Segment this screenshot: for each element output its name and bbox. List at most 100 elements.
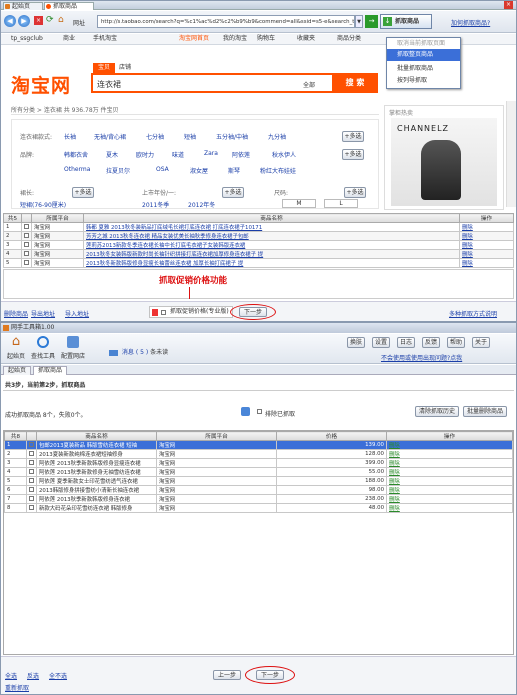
row-checkbox[interactable] — [21, 249, 32, 259]
table-row[interactable]: 1 淘宝网 韩都 夏雅 2013秋冬装新品打底绒毛长裙打底连衣裙 打底连衣裙子101… — [3, 222, 514, 232]
filter-option[interactable]: 五分袖/中袖 — [216, 132, 248, 141]
grab-products-button[interactable]: ↓ 抓取商品 — [380, 14, 432, 29]
filter-option[interactable]: 九分袖 — [268, 132, 286, 141]
row-delete-link[interactable]: 删除 — [459, 240, 514, 250]
row-delete-link[interactable]: 删除 — [386, 485, 513, 495]
brand-option[interactable]: 欧时力 — [136, 150, 154, 159]
menu-item-cancel[interactable]: 取消当前抓取页面 — [387, 38, 460, 49]
row-checkbox[interactable] — [26, 503, 37, 513]
row-delete-link[interactable]: 删除 — [386, 449, 513, 459]
row-product-name[interactable]: 2013秋冬新款韩版修身显瘦长袖蕾丝连衣裙 加厚长袖打底裙子 提 — [83, 258, 460, 268]
tool-tab-home[interactable]: 起始页 — [3, 366, 31, 375]
row-delete-link[interactable]: 删除 — [386, 494, 513, 504]
row-delete-link[interactable]: 删除 — [386, 503, 513, 513]
brand-option[interactable]: 粉红大布娃娃 — [260, 166, 296, 175]
help-button[interactable]: 帮助 — [447, 337, 465, 348]
table-row[interactable]: 4 淘宝网 2013秋冬女装韩版新款时尚长袖针织拼接打底连衣裙加厚修身连衣裙子 提删… — [3, 249, 514, 259]
table-row[interactable]: 4 阿依莲 2013秋季新款修身无袖雪纺连衣裙 淘宝网 55.00 删除 — [4, 467, 513, 477]
back-button[interactable]: ◀ — [4, 15, 16, 27]
table-row[interactable]: 2 2013夏装新款纯棉连衣裙短袖修身 淘宝网 128.00 删除 — [4, 449, 513, 459]
filter-option[interactable]: 短袖 — [184, 132, 196, 141]
filter-option[interactable]: 无袖/背心裙 — [94, 132, 126, 141]
row-product-name[interactable]: 2013韩版修身拼接雪纺小清新长袖连衣裙 — [36, 485, 157, 495]
exclude-grabbed-checkbox[interactable] — [257, 409, 262, 414]
brand-option[interactable]: 韩都衣舍 — [64, 150, 88, 159]
taobao-home-link[interactable]: 淘宝网首页 — [179, 34, 209, 44]
help-hint-link[interactable]: 不会使用或使用出现问题?点我 — [381, 353, 462, 362]
prev-step-button[interactable]: 上一步 — [213, 670, 241, 680]
menu-item-grab-page[interactable]: 抓取整页商品 — [387, 49, 460, 61]
year-option[interactable]: 2011冬季 — [142, 200, 169, 209]
ad-image[interactable]: CHANNELZ — [391, 118, 497, 206]
delete-products-link[interactable]: 删除商品 — [4, 309, 28, 318]
home-nav-icon[interactable]: ⌂ — [58, 16, 68, 25]
row-product-name[interactable]: 阿依莲 2013秋季新款韩版修身连衣裙 — [36, 494, 157, 504]
row-checkbox[interactable] — [26, 458, 37, 468]
multi-select-button[interactable]: +多选 — [342, 131, 364, 142]
row-checkbox[interactable] — [26, 467, 37, 477]
row-product-name[interactable]: 阿依莲 2013秋季新款韩版修身显瘦连衣裙 — [36, 458, 157, 468]
table-row[interactable]: 5 淘宝网 2013秋冬新款韩版修身显瘦长袖蕾丝连衣裙 加厚长袖打底裙子 提删除 — [3, 258, 514, 268]
url-field[interactable]: http://s.taobao.com/search?q=%c1%ac%d2%c… — [97, 15, 355, 28]
feedback-button[interactable]: 反馈 — [422, 337, 440, 348]
row-delete-link[interactable]: 删除 — [386, 440, 513, 450]
row-delete-link[interactable]: 删除 — [459, 222, 514, 232]
row-checkbox[interactable] — [26, 485, 37, 495]
regrab-link[interactable]: 重新抓取 — [5, 683, 29, 692]
row-product-name[interactable]: 阿依莲 夏季新款女士印花雪纺透气连衣裙 — [36, 476, 157, 486]
length-option[interactable]: 短裙(76-90厘米) — [20, 200, 66, 209]
my-taobao-link[interactable]: 我的淘宝 — [223, 34, 247, 44]
export-address-link[interactable]: 导出地址 — [31, 309, 55, 318]
row-product-name[interactable]: 包邮2013夏装新品 韩版雪纺连衣裙 短袖 — [36, 440, 157, 450]
skin-button[interactable]: 换肤 — [347, 337, 365, 348]
brand-option[interactable]: 拉夏贝尔 — [106, 166, 130, 175]
multi-select-button[interactable]: +多选 — [344, 187, 366, 198]
row-delete-link[interactable]: 删除 — [459, 249, 514, 259]
brand-option[interactable]: Otherma — [64, 166, 90, 173]
toolbar-home-button[interactable]: ⌂ 起始页 — [5, 335, 27, 360]
import-address-link[interactable]: 导入地址 — [65, 309, 89, 318]
search-scope-select[interactable]: 全部 — [303, 80, 315, 89]
how-to-grab-link[interactable]: 加何抓取商品? — [451, 18, 490, 27]
toolbar-settings-button[interactable]: 配置网店 — [59, 336, 87, 360]
table-row[interactable]: 1 包邮2013夏装新品 韩版雪纺连衣裙 短袖 淘宝网 139.00 删除 — [4, 440, 513, 450]
stop-icon[interactable]: × — [34, 16, 43, 25]
multi-select-button[interactable]: +多选 — [222, 187, 244, 198]
log-button[interactable]: 日志 — [397, 337, 415, 348]
forward-button[interactable]: ▶ — [18, 15, 30, 27]
row-product-name[interactable]: 阿依莲 2013秋季新款修身无袖雪纺连衣裙 — [36, 467, 157, 477]
brand-option[interactable]: 淑女屋 — [190, 166, 208, 175]
toolbar-find-button[interactable]: 查找工具 — [30, 336, 56, 360]
dropdown-arrow-icon[interactable]: ▼ — [355, 15, 363, 28]
taobao-logo[interactable]: 淘宝网 — [11, 71, 71, 98]
row-delete-link[interactable]: 删除 — [459, 258, 514, 268]
search-button[interactable]: 搜 索 — [332, 73, 378, 93]
close-window-button[interactable]: × — [504, 1, 513, 9]
row-delete-link[interactable]: 删除 — [386, 458, 513, 468]
table-row[interactable]: 7 阿依莲 2013秋季新款韩版修身连衣裙 淘宝网 238.00 删除 — [4, 494, 513, 504]
brand-option[interactable]: 斯琴 — [228, 166, 240, 175]
menu-item-batch[interactable]: 批量抓取商品 — [387, 63, 460, 75]
row-checkbox[interactable] — [26, 494, 37, 504]
row-product-name[interactable]: 芳芳之城 2013秋冬连衣裙 精品女装优美长袖秋季修身连衣裙子包邮 — [83, 231, 460, 241]
cart-link[interactable]: 购物车 — [257, 34, 275, 44]
row-product-name[interactable]: 韩都 夏雅 2013秋冬装新品打底绒毛长裙打底连衣裙 打底连衣裙子10171 — [83, 222, 460, 232]
bookmark-item[interactable]: 商业 — [63, 34, 75, 44]
select-all-link[interactable]: 全选 — [5, 671, 17, 680]
search-input[interactable]: 连衣裙 — [97, 79, 121, 90]
row-delete-link[interactable]: 删除 — [386, 476, 513, 486]
brand-option[interactable]: 阿依莲 — [232, 150, 250, 159]
table-row[interactable]: 3 淘宝网 莲莉苏2013新款冬季连衣裙长袖中长打底毛衣裙子女装韩版连衣裙 删除 — [3, 240, 514, 250]
tab-grab[interactable]: 抓取商品 — [44, 2, 94, 10]
settings-button[interactable]: 设置 — [372, 337, 390, 348]
bookmark-item[interactable]: tp_ssgclub — [11, 34, 43, 44]
menu-item-list[interactable]: 按列导抓取 — [387, 75, 460, 87]
batch-delete-button[interactable]: 批量删除商品 — [463, 406, 507, 417]
year-option[interactable]: 2012年冬 — [188, 200, 215, 209]
multi-select-button[interactable]: +多选 — [72, 187, 94, 198]
row-checkbox[interactable] — [26, 440, 37, 450]
table-row[interactable]: 5 阿依莲 夏季新款女士印花雪纺透气连衣裙 淘宝网 188.00 删除 — [4, 476, 513, 486]
row-delete-link[interactable]: 删除 — [386, 467, 513, 477]
category-link[interactable]: 商品分类 — [337, 34, 361, 44]
row-checkbox[interactable] — [26, 476, 37, 486]
